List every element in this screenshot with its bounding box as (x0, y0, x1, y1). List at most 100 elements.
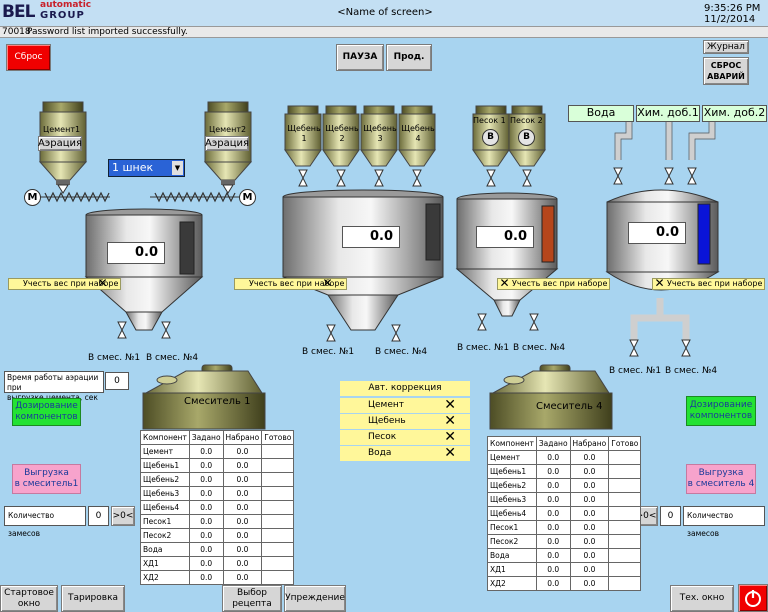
cell-ready (608, 492, 642, 507)
auto-correction-water-x-icon[interactable]: ✕ (444, 446, 456, 461)
table-header-row: Компонент Задано Набрано Готово (140, 430, 295, 445)
motor-right-icon[interactable]: M (239, 189, 256, 206)
cell-component: Щебень3 (487, 492, 537, 507)
motor-left-icon[interactable]: M (24, 189, 41, 206)
power-icon (745, 590, 761, 607)
table-row: Вода 0.0 0.0 (487, 548, 642, 563)
gravel-hopper-4-label: Щебень 4 (401, 124, 435, 144)
col-set: Задано (188, 430, 224, 445)
gravel-3-line2: 3 (377, 134, 383, 143)
col-component: Компонент (487, 436, 537, 451)
nav-tech-label: Тех. окно (679, 593, 725, 603)
dosing-left-label-2: компонентов (15, 412, 78, 422)
cement-out-1-label: В смес. №1 (88, 353, 141, 363)
auto-correction-sand-x-icon[interactable]: ✕ (444, 430, 456, 445)
dosing-right-button[interactable]: Дозирование компонентов (686, 396, 756, 426)
auto-correction-gravel-x-icon[interactable]: ✕ (444, 414, 456, 429)
unload-right-label-2: в смеситель 4 (687, 479, 755, 489)
dosing-right-label-2: компонентов (689, 411, 753, 421)
cell-filled: 0.0 (222, 542, 263, 557)
auto-correction-water-row[interactable]: Вода ✕ (340, 446, 470, 461)
cell-component: Вода (140, 542, 190, 557)
sand-consider-weight-x-icon[interactable]: ✕ (499, 277, 510, 289)
cement-hopper-2-label: Цемент2 (209, 125, 247, 134)
mixer-1-reset-count-button[interactable]: >0< (111, 506, 135, 526)
sand-1-vibrator-icon[interactable]: B (482, 129, 499, 146)
cell-set: 0.0 (535, 520, 571, 535)
auto-correction-cement-row[interactable]: Цемент ✕ (340, 398, 470, 413)
additive-2-label: Хим. доб.2 (702, 105, 767, 122)
gravel-4-line1: Щебень (401, 124, 435, 133)
water-weight-display: 0.0 (628, 222, 686, 244)
table-row: Щебень3 0.0 0.0 (487, 492, 642, 507)
nav-advance-label: Упреждение (285, 593, 345, 603)
screw-select-value: 1 шнек (112, 161, 154, 174)
sand-weigh-hopper (455, 192, 559, 331)
auto-correction-sand-row[interactable]: Песок ✕ (340, 430, 470, 445)
water-consider-weight-x-icon[interactable]: ✕ (654, 277, 665, 289)
cell-filled: 0.0 (222, 486, 263, 501)
cell-ready (261, 528, 295, 543)
gravel-consider-weight-x-icon[interactable]: ✕ (322, 277, 333, 289)
mixer-1-batch-count-label: Количество замесов (4, 506, 86, 538)
power-button[interactable] (738, 584, 768, 612)
cell-ready (608, 548, 642, 563)
sand-2-vibrator-icon[interactable]: B (518, 129, 535, 146)
table-row: Цемент 0.0 0.0 (487, 450, 642, 465)
sand-consider-weight-checkbox[interactable]: Учесть вес при наборе (497, 278, 611, 290)
water-source-label: Вода (568, 105, 634, 122)
sand-out-1-label: В смес. №1 (457, 343, 510, 353)
gravel-2-line1: Щебень (325, 124, 359, 133)
nav-calibration-button[interactable]: Тарировка (61, 585, 125, 612)
cell-ready (261, 444, 295, 459)
chevron-down-icon[interactable]: ▼ (172, 161, 183, 175)
gravel-hoppers (284, 105, 436, 187)
aeration-time-input[interactable]: 0 (105, 372, 129, 390)
aeration-2-button[interactable]: Аэрация (205, 136, 249, 151)
sand-out-4-label: В смес. №4 (513, 343, 566, 353)
unload-right-label-1: Выгрузка (698, 468, 744, 478)
dosing-left-button[interactable]: Дозирование компонентов (12, 398, 81, 426)
cell-filled: 0.0 (569, 576, 610, 591)
gravel-1-line1: Щебень (287, 124, 321, 133)
gravel-hopper-1-label: Щебень 1 (287, 124, 321, 144)
gravel-3-line1: Щебень (363, 124, 397, 133)
cell-set: 0.0 (535, 534, 571, 549)
cell-component: Песок2 (487, 534, 537, 549)
nav-start-window-button[interactable]: Стартовое окно (0, 585, 58, 612)
auto-correction-gravel-row[interactable]: Щебень ✕ (340, 414, 470, 429)
cement-weight-display: 0.0 (107, 242, 165, 264)
nav-tech-window-button[interactable]: Тех. окно (670, 585, 734, 612)
aeration-time-label-1: Время работы аэрации при (7, 373, 99, 392)
gravel-4-line2: 4 (415, 134, 421, 143)
water-consider-weight-checkbox[interactable]: Учесть вес при наборе (652, 278, 766, 290)
cement-consider-weight-x-icon[interactable]: ✕ (97, 277, 108, 289)
cell-filled: 0.0 (569, 450, 610, 465)
unload-mixer-1-button[interactable]: Выгрузка в смеситель1 (12, 464, 81, 494)
gravel-1-line2: 1 (301, 134, 307, 143)
cement-weigh-hopper (84, 208, 204, 339)
table-row: Щебень4 0.0 0.0 (487, 506, 642, 521)
cell-component: ХД2 (140, 570, 190, 585)
cell-filled: 0.0 (569, 520, 610, 535)
cell-component: Песок2 (140, 528, 190, 543)
cell-filled: 0.0 (569, 478, 610, 493)
cell-component: Щебень2 (487, 478, 537, 493)
unload-mixer-4-button[interactable]: Выгрузка в смеситель 4 (686, 464, 756, 494)
cell-ready (261, 458, 295, 473)
aeration-1-button[interactable]: Аэрация (38, 136, 82, 151)
cell-component: Цемент (140, 444, 190, 459)
screw-select-dropdown[interactable]: 1 шнек ▼ (108, 159, 185, 177)
auto-correction-cement-x-icon[interactable]: ✕ (444, 398, 456, 413)
nav-recipe-line1: Выбор (236, 587, 268, 598)
nav-recipe-select-button[interactable]: Выбор рецепта (222, 585, 282, 612)
cell-ready (608, 464, 642, 479)
nav-advance-button[interactable]: Упреждение (284, 585, 346, 612)
table-row: Щебень1 0.0 0.0 (487, 464, 642, 479)
col-set: Задано (535, 436, 571, 451)
sand-weight-display: 0.0 (476, 226, 534, 248)
cell-ready (608, 576, 642, 591)
table-row: Цемент 0.0 0.0 (140, 444, 295, 459)
cell-ready (261, 486, 295, 501)
col-filled: Набрано (569, 436, 610, 451)
